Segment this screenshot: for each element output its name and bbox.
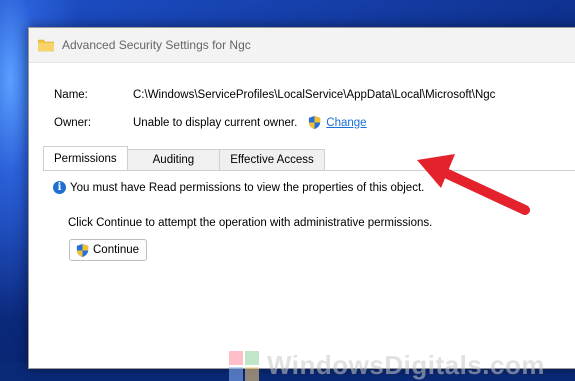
tab-effective-access[interactable]: Effective Access — [219, 149, 325, 170]
window-title: Advanced Security Settings for Ngc — [62, 38, 251, 52]
watermark: WindowsDigitals.com — [229, 350, 545, 381]
tab-permissions[interactable]: Permissions — [43, 146, 128, 170]
owner-value: Unable to display current owner. — [133, 116, 298, 129]
watermark-text: WindowsDigitals.com — [267, 350, 545, 380]
name-label: Name: — [54, 89, 88, 101]
uac-shield-icon — [75, 243, 90, 258]
tab-strip: Permissions Auditing Effective Access — [43, 146, 325, 170]
watermark-logo-icon — [229, 350, 259, 381]
info-icon: i — [53, 181, 66, 194]
change-owner-link[interactable]: Change — [326, 117, 366, 129]
info-message: You must have Read permissions to view t… — [70, 181, 425, 194]
owner-label: Owner: — [54, 117, 92, 129]
info-message-row: i You must have Read permissions to view… — [53, 181, 424, 194]
title-bar[interactable]: Advanced Security Settings for Ngc — [29, 28, 575, 63]
uac-shield-icon — [307, 115, 322, 130]
advanced-security-settings-window: Advanced Security Settings for Ngc Name:… — [28, 27, 575, 381]
object-path-value: C:\Windows\ServiceProfiles\LocalService\… — [133, 89, 496, 101]
folder-icon — [37, 39, 55, 52]
owner-row: Unable to display current owner. Change — [133, 115, 367, 130]
tab-auditing[interactable]: Auditing — [126, 149, 221, 170]
continue-hint-text: Click Continue to attempt the operation … — [68, 217, 433, 229]
continue-button-label: Continue — [93, 244, 140, 256]
continue-button[interactable]: Continue — [69, 239, 148, 261]
red-arrow-annotation — [417, 154, 530, 215]
